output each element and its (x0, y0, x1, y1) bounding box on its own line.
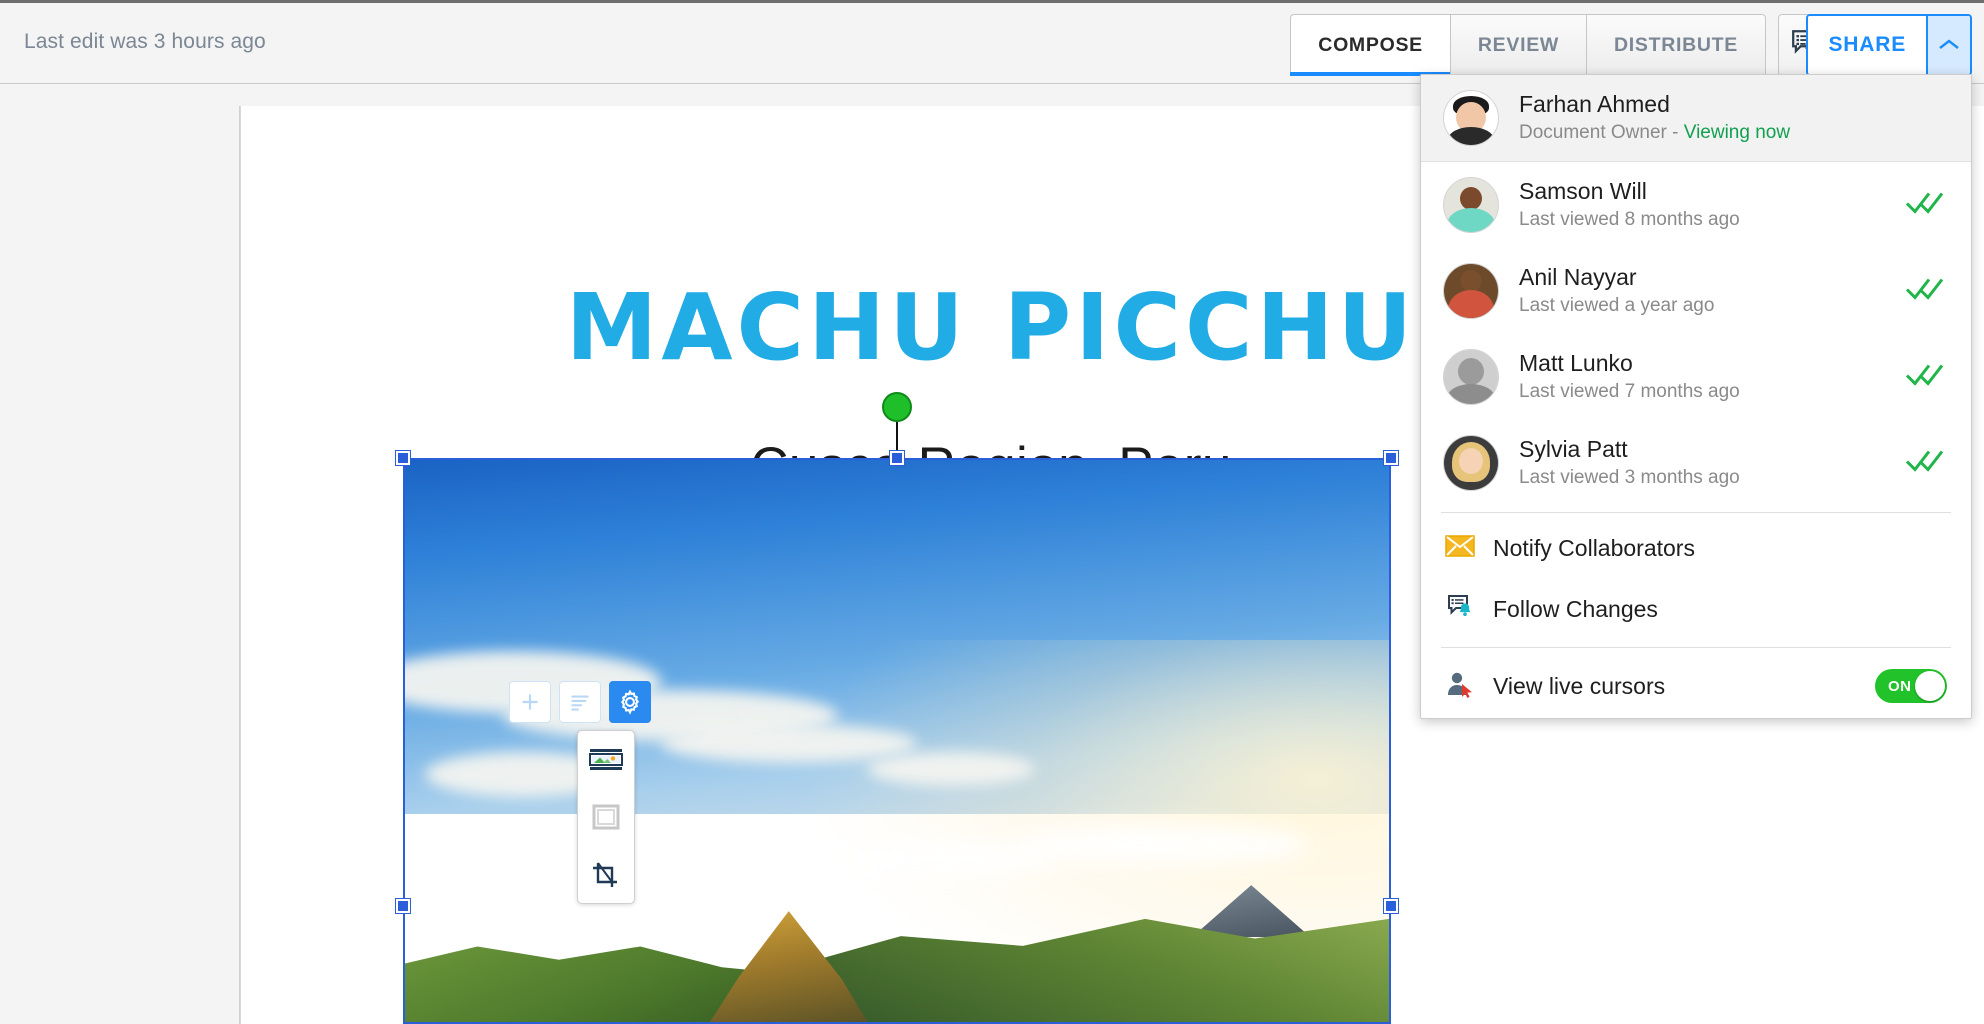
avatar (1443, 349, 1499, 405)
resize-handle-top-left[interactable] (396, 451, 410, 465)
resize-handle-right[interactable] (1384, 899, 1398, 913)
avatar (1443, 90, 1499, 146)
collaborator-info: Sylvia Patt Last viewed 3 months ago (1519, 435, 1949, 490)
window-edge (0, 0, 1984, 3)
double-check-icon (1905, 190, 1945, 221)
collaborator-row[interactable]: Matt Lunko Last viewed 7 months ago (1421, 334, 1971, 420)
view-live-cursors-label: View live cursors (1493, 672, 1666, 699)
avatar (1443, 177, 1499, 233)
mode-tabs: COMPOSE REVIEW DISTRIBUTE (1290, 14, 1766, 76)
crop-button[interactable] (586, 857, 626, 893)
collaborator-status: Viewing now (1683, 122, 1791, 144)
collaborator-name: Matt Lunko (1519, 350, 1633, 377)
follow-changes-label: Follow Changes (1493, 596, 1658, 622)
resize-handle-left[interactable] (396, 899, 410, 913)
collaborator-name: Sylvia Patt (1519, 436, 1628, 463)
right-hill (778, 918, 1389, 1022)
resize-handle-top-center[interactable] (890, 451, 904, 465)
tab-compose[interactable]: COMPOSE (1290, 14, 1451, 76)
collaborator-row-owner[interactable]: Farhan Ahmed Document Owner - Viewing no… (1421, 75, 1971, 162)
share-dropdown: Farhan Ahmed Document Owner - Viewing no… (1420, 74, 1972, 719)
add-icon (522, 694, 538, 710)
collaborator-role: Document Owner - (1519, 122, 1684, 144)
collaborator-info: Matt Lunko Last viewed 7 months ago (1519, 349, 1949, 404)
document-bell-icon (1445, 593, 1475, 626)
top-bar: Last edit was 3 hours ago COMPOSE REVIEW… (0, 0, 1984, 84)
image-replace-icon (589, 749, 623, 770)
image-replace-button[interactable] (586, 741, 626, 777)
avatar (1443, 435, 1499, 491)
collaborator-meta: Last viewed 7 months ago (1519, 381, 1740, 403)
collaborator-meta: Last viewed 8 months ago (1519, 209, 1740, 231)
toggle-knob (1915, 671, 1945, 701)
crop-icon (593, 862, 617, 887)
collaborator-row[interactable]: Samson Will Last viewed 8 months ago (1421, 162, 1971, 248)
view-live-cursors-item[interactable]: View live cursors ON (1421, 654, 1971, 718)
collaborator-info: Samson Will Last viewed 8 months ago (1519, 177, 1949, 232)
collaborator-row[interactable]: Sylvia Patt Last viewed 3 months ago (1421, 420, 1971, 506)
collaborator-meta: Document Owner - Viewing now (1519, 121, 1949, 146)
far-peak (1192, 885, 1311, 938)
image-border-icon (592, 804, 620, 830)
live-cursors-toggle[interactable]: ON (1875, 669, 1947, 703)
collaborator-row[interactable]: Anil Nayyar Last viewed a year ago (1421, 248, 1971, 334)
toggle-state-label: ON (1888, 677, 1912, 695)
notify-collaborators-item[interactable]: Notify Collaborators (1421, 519, 1971, 578)
collaborator-name: Farhan Ahmed (1519, 91, 1670, 118)
app-window: Last edit was 3 hours ago COMPOSE REVIEW… (0, 0, 1984, 1024)
resize-handle-top-right[interactable] (1384, 451, 1398, 465)
envelope-icon (1445, 534, 1475, 563)
collaborator-info: Farhan Ahmed Document Owner - Viewing no… (1519, 90, 1949, 145)
gear-icon (620, 689, 640, 715)
tab-distribute[interactable]: DISTRIBUTE (1586, 14, 1766, 76)
image-options-panel (577, 730, 635, 904)
text-wrap-icon (571, 695, 589, 711)
share-caret-button[interactable] (1926, 16, 1970, 74)
avatar (1443, 263, 1499, 319)
share-control: SHARE (1806, 14, 1972, 76)
collaborator-meta: Last viewed 3 months ago (1519, 467, 1740, 489)
double-check-icon (1905, 362, 1945, 393)
machu-picchu-photo[interactable] (403, 458, 1391, 1024)
divider (1441, 647, 1951, 648)
image-toolbar (509, 681, 651, 723)
mountain-ridge (405, 786, 1389, 1022)
left-pane (0, 106, 240, 1024)
chevron-up-icon (1939, 39, 1959, 49)
share-button[interactable]: SHARE (1808, 16, 1926, 74)
collaborator-name: Anil Nayyar (1519, 264, 1637, 291)
mist (1015, 825, 1311, 865)
selected-image[interactable] (396, 392, 1398, 1024)
follow-changes-item[interactable]: Follow Changes (1421, 578, 1971, 641)
collaborator-info: Anil Nayyar Last viewed a year ago (1519, 263, 1949, 318)
add-icon-button[interactable] (509, 681, 551, 723)
tab-review[interactable]: REVIEW (1449, 14, 1586, 76)
gear-icon-button[interactable] (609, 681, 651, 723)
collaborator-name: Samson Will (1519, 178, 1647, 205)
double-check-icon (1905, 448, 1945, 479)
cloud (867, 752, 1035, 786)
double-check-icon (1905, 276, 1945, 307)
collaborator-meta: Last viewed a year ago (1519, 295, 1715, 317)
rotate-handle[interactable] (882, 392, 912, 422)
image-border-button[interactable] (586, 799, 626, 835)
person-cursor-icon (1445, 670, 1475, 703)
last-edit-status: Last edit was 3 hours ago (24, 30, 266, 53)
divider (1441, 512, 1951, 513)
notify-collaborators-label: Notify Collaborators (1493, 535, 1695, 561)
text-wrap-button[interactable] (559, 681, 601, 723)
